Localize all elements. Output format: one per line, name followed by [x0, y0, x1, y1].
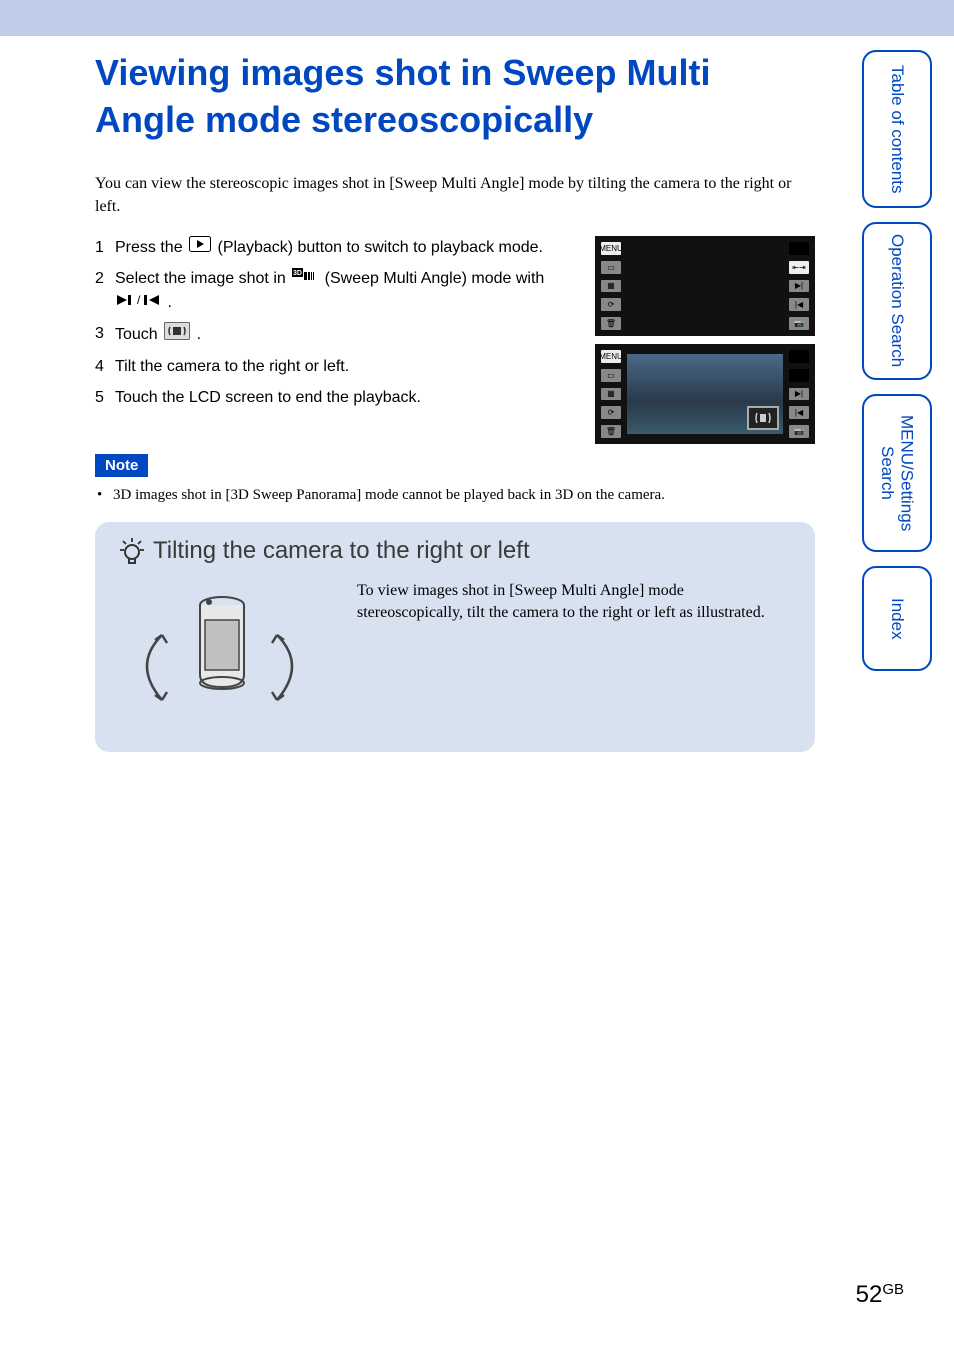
- tab-label: Index: [887, 598, 907, 640]
- prev-icon: |◀: [789, 298, 809, 311]
- screenshot-center-image: [627, 354, 783, 434]
- step-text: Tilt the camera to the right or left.: [115, 355, 575, 378]
- step-1: 1 Press the (Playback) button to switch …: [95, 236, 575, 259]
- side-tabs: Table of contents Operation Search MENU/…: [862, 50, 932, 671]
- next-icon: ▶|: [789, 280, 809, 293]
- tab-label: Table of contents: [887, 65, 907, 194]
- exit-icon: ⇤⇥: [789, 261, 809, 274]
- spacer: [789, 369, 809, 382]
- trash-icon: 🗑: [601, 317, 621, 330]
- tip-lightbulb-icon: [117, 536, 147, 566]
- top-banner: [0, 0, 954, 36]
- step-3: 3 Touch .: [95, 322, 575, 347]
- step-text-part: (Sweep Multi Angle) mode with: [325, 270, 545, 287]
- steps-list: 1 Press the (Playback) button to switch …: [95, 236, 575, 444]
- note-label: Note: [95, 454, 148, 477]
- page-number: 52GB: [856, 1281, 904, 1309]
- svg-text:3D: 3D: [293, 270, 302, 277]
- steps-area: 1 Press the (Playback) button to switch …: [95, 236, 815, 444]
- main-content: Viewing images shot in Sweep Multi Angle…: [95, 50, 815, 752]
- scroll-play-icon: [164, 322, 190, 347]
- step-num: 3: [95, 322, 115, 347]
- tab-menu-settings-search[interactable]: MENU/Settings Search: [862, 394, 932, 552]
- screenshot-left-icons: MENU ▭ ▦ ⟳ 🗑: [595, 344, 627, 444]
- step-text: Press the (Playback) button to switch to…: [115, 236, 575, 259]
- screenshot-right-icons: ⇤⇥ ▶| |◀ 📷: [783, 236, 815, 336]
- step-text-part: .: [197, 326, 201, 343]
- 3d-multi-icon: 3D: [292, 268, 318, 291]
- menu-icon: MENU: [601, 350, 621, 363]
- screenshot-left-icons: MENU ▭ ▦ ⟳ 🗑: [595, 236, 627, 336]
- screenshot-2: MENU ▭ ▦ ⟳ 🗑 ▶| |◀ 📷: [595, 344, 815, 444]
- tab-label: MENU/Settings Search: [877, 396, 916, 550]
- spacer: [789, 350, 809, 363]
- slideshow-icon: ⟳: [601, 406, 621, 419]
- step-text: Select the image shot in 3D (Sweep Multi…: [115, 267, 575, 314]
- grid-icon: ▦: [601, 388, 621, 401]
- step-text-part: (Playback) button to switch to playback …: [217, 239, 543, 256]
- grid-icon: ▦: [601, 280, 621, 293]
- tip-header: Tilting the camera to the right or left: [117, 536, 793, 566]
- note-text: 3D images shot in [3D Sweep Panorama] mo…: [95, 487, 815, 504]
- slideshow-icon: ⟳: [601, 298, 621, 311]
- step-num: 1: [95, 236, 115, 259]
- step-5: 5 Touch the LCD screen to end the playba…: [95, 386, 575, 409]
- tip-title: Tilting the camera to the right or left: [153, 537, 530, 565]
- spacer: [789, 242, 809, 255]
- step-text: Touch .: [115, 322, 575, 347]
- step-num: 2: [95, 267, 115, 314]
- screenshot-right-icons: ▶| |◀ 📷: [783, 344, 815, 444]
- prev-icon: |◀: [789, 406, 809, 419]
- page-number-suffix: GB: [882, 1281, 904, 1298]
- scroll-play-highlight: [747, 406, 779, 430]
- tip-body: To view images shot in [Sweep Multi Angl…: [117, 580, 793, 730]
- tip-box: Tilting the camera to the right or left: [95, 522, 815, 752]
- step-text-part: Touch: [115, 326, 162, 343]
- intro-text: You can view the stereoscopic images sho…: [95, 172, 815, 218]
- camera-icon: 📷: [789, 425, 809, 438]
- step-4: 4 Tilt the camera to the right or left.: [95, 355, 575, 378]
- page-number-value: 52: [856, 1281, 883, 1308]
- step-2: 2 Select the image shot in 3D (Sweep Mul…: [95, 267, 575, 314]
- step-text-part: Press the: [115, 239, 187, 256]
- tip-text: To view images shot in [Sweep Multi Angl…: [357, 580, 793, 730]
- step-num: 4: [95, 355, 115, 378]
- tab-table-of-contents[interactable]: Table of contents: [862, 50, 932, 208]
- display-icon: ▭: [601, 261, 621, 274]
- menu-icon: MENU: [601, 242, 621, 255]
- svg-text:/: /: [137, 293, 141, 307]
- playback-icon: [189, 236, 211, 259]
- step-num: 5: [95, 386, 115, 409]
- screenshots-column: MENU ▭ ▦ ⟳ 🗑 ⇤⇥ ▶| |◀ 📷 MENU: [595, 236, 815, 444]
- next-icon: ▶|: [789, 388, 809, 401]
- page-title: Viewing images shot in Sweep Multi Angle…: [95, 50, 815, 144]
- step-text-part: .: [167, 294, 171, 311]
- trash-icon: 🗑: [601, 425, 621, 438]
- tab-operation-search[interactable]: Operation Search: [862, 222, 932, 380]
- screenshot-center: [627, 236, 783, 336]
- next-prev-icon: /: [117, 291, 161, 314]
- display-icon: ▭: [601, 369, 621, 382]
- step-text: Touch the LCD screen to end the playback…: [115, 386, 575, 409]
- tab-label: Operation Search: [887, 234, 907, 367]
- tab-index[interactable]: Index: [862, 566, 932, 671]
- step-text-part: Select the image shot in: [115, 270, 290, 287]
- screenshot-1: MENU ▭ ▦ ⟳ 🗑 ⇤⇥ ▶| |◀ 📷: [595, 236, 815, 336]
- camera-icon: 📷: [789, 317, 809, 330]
- tilt-illustration: [117, 580, 327, 730]
